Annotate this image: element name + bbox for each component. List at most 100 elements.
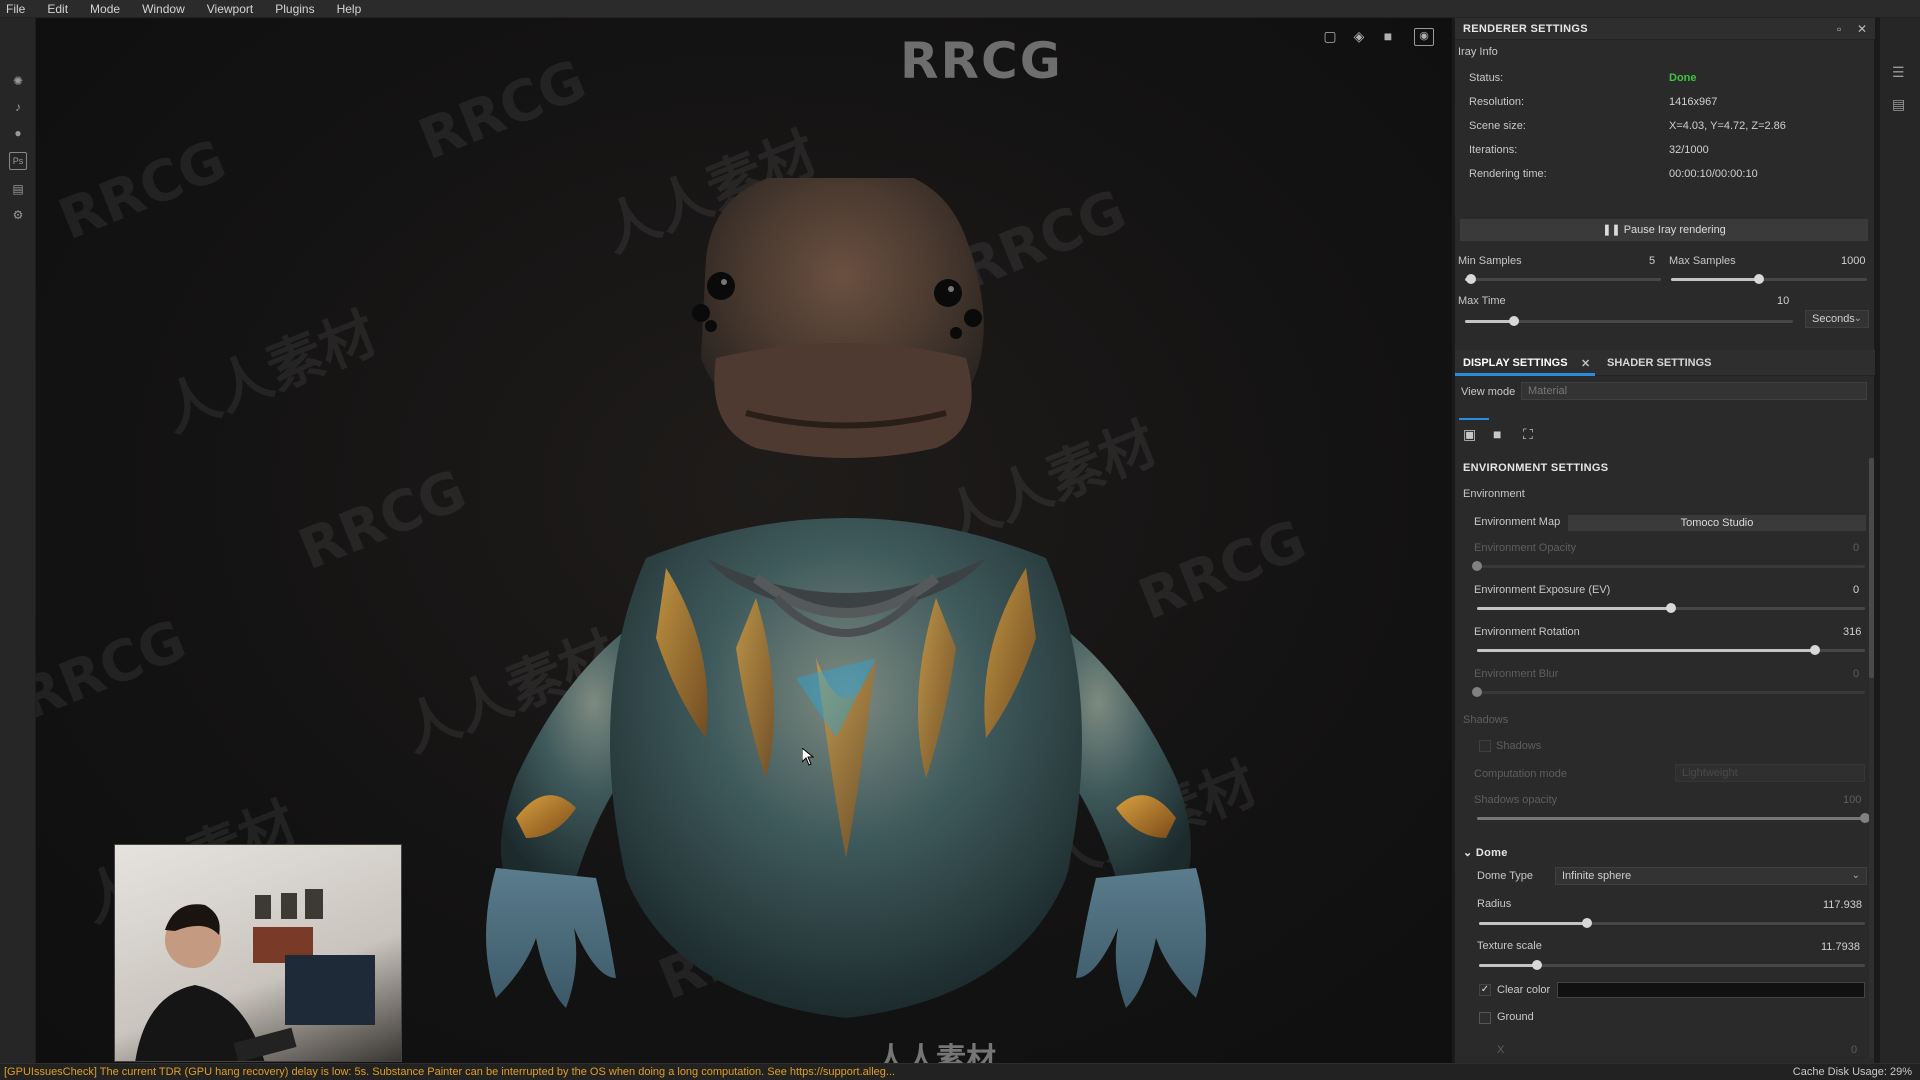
max-samples-slider[interactable] [1671,274,1867,284]
view-mode-value: Material [1528,385,1568,397]
tab-shader-settings[interactable]: SHADER SETTINGS [1607,357,1712,369]
float-icon[interactable]: ▫ [1837,22,1841,36]
close-tab-icon[interactable]: ✕ [1581,357,1590,370]
clear-color-label: Clear color [1497,984,1551,996]
scene-size-value: X=4.03, Y=4.72, Z=2.86 [1669,120,1786,132]
texture-scale-value: 11.7938 [1821,941,1860,953]
pause-iray-label: Pause Iray rendering [1623,224,1726,236]
iterations-label: Iterations: [1469,144,1518,156]
env-opacity-label: Environment Opacity [1474,542,1577,554]
slider-handle[interactable] [1809,645,1820,655]
ground-checkbox[interactable] [1479,1012,1491,1024]
shadows-checkbox-label: Shadows [1496,740,1542,752]
screenshot-icon[interactable]: ◉ [1414,28,1434,46]
clear-color-checkbox[interactable]: ✓ [1479,984,1491,996]
environment-label: Environment [1463,488,1525,500]
brand-watermark: RRCG [900,32,1063,90]
shadows-checkbox[interactable] [1479,740,1491,752]
webcam-overlay [114,844,402,1062]
icon-tab-indicator [1459,418,1489,420]
pause-iray-button[interactable]: ❚❚ Pause Iray rendering [1459,218,1869,242]
radius-slider[interactable] [1479,918,1865,928]
env-rotation-value: 316 [1843,626,1862,638]
environment-map-button[interactable]: Tomoco Studio [1567,514,1867,532]
slider-handle[interactable] [1666,603,1676,613]
slider-handle[interactable] [1754,274,1765,284]
status-value: Done [1669,72,1697,84]
image-icon[interactable]: ▣ [1463,426,1476,443]
menu-edit[interactable]: Edit [47,2,68,16]
slider-handle[interactable] [1509,316,1520,326]
computation-mode-label: Computation mode [1474,768,1567,780]
scrollbar-thumb[interactable] [1869,458,1874,678]
bake-icon[interactable]: ● [9,124,27,142]
texture-scale-label: Texture scale [1477,940,1542,952]
menu-viewport[interactable]: Viewport [207,2,253,16]
menu-window[interactable]: Window [142,2,185,16]
max-samples-label: Max Samples [1669,255,1736,267]
layers-icon[interactable]: ☰ [1892,64,1908,80]
watermark: 人人素材 [153,301,386,446]
max-samples-value: 1000 [1841,255,1866,267]
dome-title: Dome [1475,847,1508,859]
settings-icon[interactable]: ⚙ [9,206,27,224]
display-tabbar: DISPLAY SETTINGS ✕ SHADER SETTINGS [1455,350,1875,376]
slider-handle[interactable] [1465,274,1476,284]
menu-help[interactable]: Help [337,2,362,16]
rendering-time-label: Rendering time: [1469,168,1547,180]
cache-disk-usage: Cache Disk Usage: 29% [1792,1066,1912,1078]
slider-handle[interactable] [1582,918,1593,928]
menu-plugins[interactable]: Plugins [275,2,314,16]
view-mode-select[interactable]: Material [1521,382,1867,400]
max-time-label: Max Time [1458,295,1506,307]
slider-handle[interactable] [1531,960,1542,970]
computation-mode-value: Lightweight [1682,767,1738,779]
shadows-opacity-value: 100 [1843,794,1862,806]
texture-scale-slider[interactable] [1479,960,1865,970]
x-label: X [1497,1044,1505,1056]
bell-icon[interactable]: ♪ [9,98,27,116]
env-blur-label: Environment Blur [1474,668,1559,680]
min-samples-label: Min Samples [1458,255,1522,267]
pause-icon: ❚❚ [1602,224,1624,236]
clear-color-swatch[interactable] [1557,982,1865,998]
camera-icon[interactable]: ■ [1378,28,1398,46]
panel-scrollbar[interactable] [1869,458,1874,1058]
resolution-label: Resolution: [1469,96,1525,108]
video-camera-icon[interactable]: ■ [1493,426,1501,442]
close-icon[interactable]: ✕ [1857,22,1867,36]
tab-display-settings[interactable]: DISPLAY SETTINGS [1463,357,1568,369]
active-tab-indicator [1455,373,1595,376]
env-blur-slider[interactable] [1472,687,1865,697]
dome-section-toggle[interactable]: ⌄ Dome [1463,846,1508,859]
slider-handle[interactable] [1472,561,1482,571]
left-toolbar: ✺ ♪ ● Ps ▤ ⚙ [0,18,36,1063]
creature-model[interactable] [456,178,1236,1038]
max-time-slider[interactable] [1465,316,1793,326]
min-samples-slider[interactable] [1465,274,1661,284]
cube-icon[interactable]: ◈ [1349,28,1369,46]
shadows-opacity-slider[interactable] [1477,813,1870,823]
paint-icon[interactable]: ✺ [9,72,27,90]
time-unit-select[interactable]: Seconds ⌄ [1805,310,1869,328]
env-rotation-slider[interactable] [1477,645,1865,655]
env-opacity-slider[interactable] [1472,561,1865,571]
environment-map-label: Environment Map [1474,516,1561,528]
iterations-value: 32/1000 [1669,144,1709,156]
watermark: RRCG [50,127,236,254]
shadows-section-label: Shadows [1463,714,1509,726]
env-exposure-slider[interactable] [1477,603,1865,613]
rendering-time-value: 00:00:10/00:00:10 [1669,168,1758,180]
menu-mode[interactable]: Mode [90,2,120,16]
slider-handle[interactable] [1472,687,1482,697]
menu-file[interactable]: File [6,2,25,16]
fullscreen-icon[interactable]: ⛶ [1523,426,1533,443]
3d-viewport[interactable]: RRCG RRCG 人人素材 RRCG 人人素材 RRCG 人人素材 RRCG … [36,18,1452,1063]
properties-icon[interactable]: ▤ [1892,96,1908,112]
photoshop-icon[interactable]: Ps [9,152,27,170]
computation-mode-select[interactable]: Lightweight [1675,764,1865,782]
view-mode-label: View mode [1461,386,1516,398]
dome-type-select[interactable]: Infinite sphere ⌄ [1555,867,1867,885]
frame-icon[interactable]: ▢ [1320,28,1340,46]
document-icon[interactable]: ▤ [9,180,27,198]
